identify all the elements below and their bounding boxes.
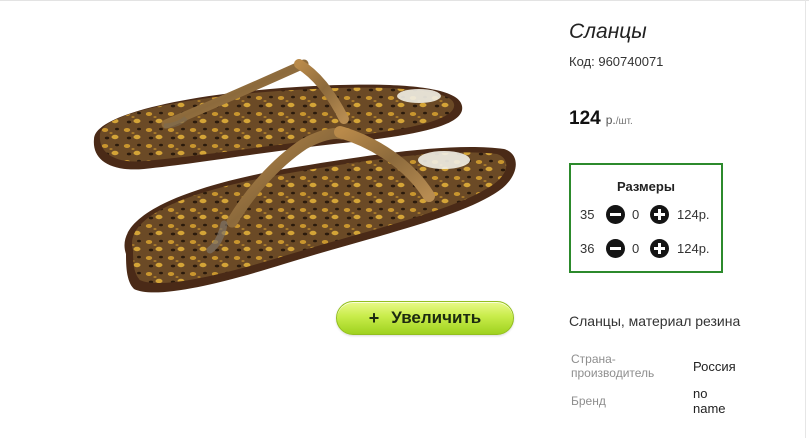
size-row: 36 0 124р. — [571, 238, 721, 260]
attribute-label-line: Страна- — [571, 352, 616, 366]
size-row: 35 0 124р. — [571, 204, 721, 226]
size-price: 124р. — [677, 241, 710, 256]
product-title: Сланцы — [569, 20, 647, 43]
attribute-label-country: Страна- производитель — [571, 352, 654, 380]
attribute-label-brand: Бренд — [571, 394, 606, 408]
product-image[interactable] — [34, 14, 528, 344]
price-currency: р. — [605, 113, 616, 127]
plus-circle-icon[interactable] — [650, 205, 669, 224]
product-price: 124 р./шт. — [569, 108, 633, 130]
plus-circle-icon[interactable] — [650, 239, 669, 258]
product-code: Код: 960740071 — [569, 54, 663, 69]
minus-circle-icon[interactable] — [606, 205, 625, 224]
product-code-label: Код: — [569, 54, 595, 69]
attribute-value-line: name — [693, 401, 726, 416]
size-number: 35 — [580, 207, 595, 222]
minus-circle-icon[interactable] — [606, 239, 625, 258]
size-number: 36 — [580, 241, 595, 256]
zoom-button-label: Увеличить — [391, 308, 482, 327]
price-unit: р./шт. — [606, 113, 633, 127]
sizes-panel: Размеры 35 0 124р. 36 0 124р. — [569, 163, 723, 273]
attribute-value-line: no — [693, 386, 708, 401]
product-description: Сланцы, материал резина — [569, 313, 741, 329]
size-price: 124р. — [677, 207, 710, 222]
attribute-label-line: Бренд — [571, 394, 606, 408]
price-per: /шт. — [615, 116, 633, 127]
size-quantity: 0 — [632, 241, 640, 256]
price-value: 124 — [569, 108, 601, 129]
zoom-button[interactable]: + Увеличить — [336, 301, 514, 335]
attribute-label-line: производитель — [571, 366, 655, 380]
top-divider — [0, 0, 809, 1]
attribute-value-line: Россия — [693, 359, 736, 374]
right-divider — [805, 0, 806, 438]
sizes-title: Размеры — [617, 179, 675, 194]
attribute-value-country: Россия — [693, 359, 736, 374]
plus-icon: + — [368, 308, 380, 328]
flip-flops-illustration — [93, 59, 516, 293]
attribute-value-brand: no name — [693, 386, 726, 416]
product-code-value: 960740071 — [598, 54, 664, 69]
size-quantity: 0 — [632, 207, 640, 222]
